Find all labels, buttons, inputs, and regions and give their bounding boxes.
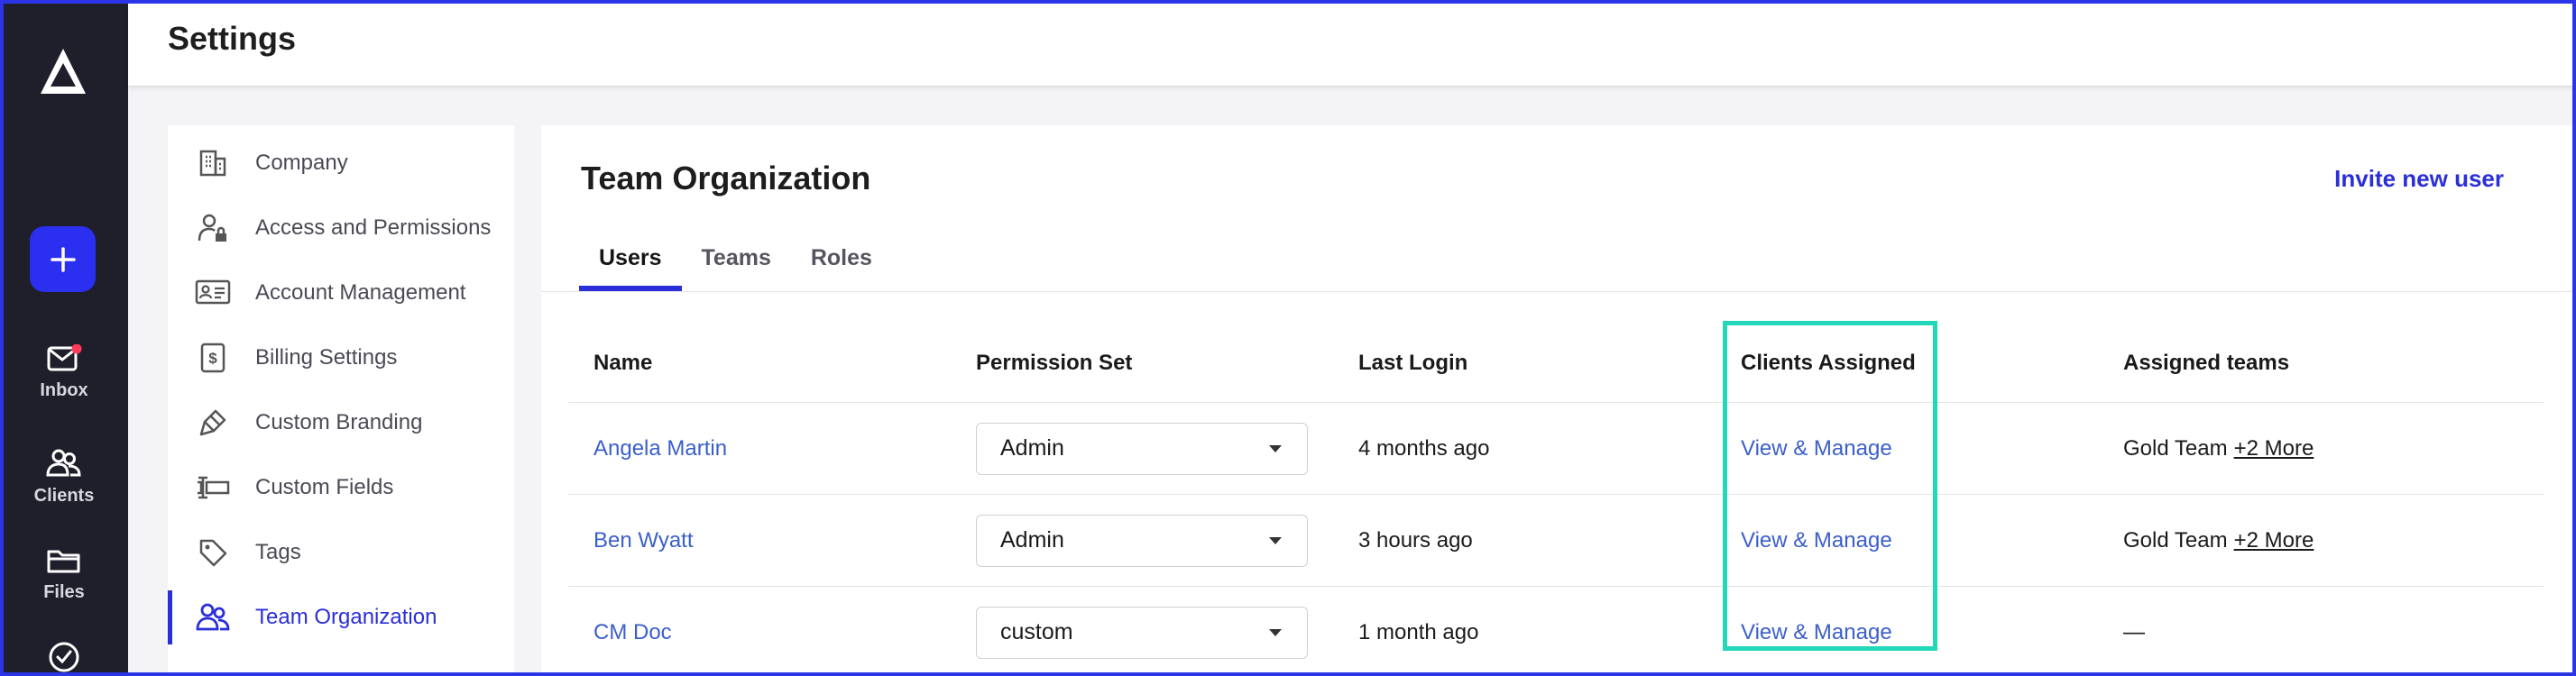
- nav-item-billing-settings[interactable]: $ Billing Settings: [168, 331, 514, 385]
- check-circle-icon: [49, 642, 79, 672]
- caret-down-icon: [1269, 444, 1282, 452]
- tab-bar: Users Teams Roles: [579, 237, 892, 291]
- user-name-link[interactable]: Ben Wyatt: [593, 528, 694, 553]
- tag-icon: [195, 534, 231, 571]
- nav-label: Custom Fields: [255, 475, 394, 499]
- folder-icon: [47, 550, 80, 573]
- more-teams-link[interactable]: +2 More: [2234, 436, 2314, 461]
- nav-item-account-management[interactable]: Account Management: [168, 266, 514, 320]
- text-field-icon: [195, 470, 231, 506]
- team-organization-card: Team Organization Invite new user Users …: [541, 125, 2576, 676]
- user-lock-icon: [195, 210, 231, 246]
- mail-icon: [47, 344, 82, 371]
- add-button[interactable]: [30, 226, 96, 292]
- permission-set-value: custom: [1000, 619, 1073, 644]
- table-header-row: Name Permission Set Last Login Clients A…: [568, 324, 2544, 403]
- last-login: 4 months ago: [1358, 435, 1490, 461]
- assigned-team: Gold Team: [2123, 527, 2228, 553]
- svg-text:$: $: [208, 350, 217, 367]
- rail-clients[interactable]: Clients: [0, 448, 128, 507]
- table-row: CM Doc custom 1 month ago View & Manage …: [568, 587, 2544, 676]
- delta-logo-icon[interactable]: [37, 45, 89, 97]
- settings-nav: Company Access and Permissions Account M…: [168, 125, 514, 676]
- rail-label-inbox: Inbox: [40, 380, 88, 400]
- nav-item-team-organization[interactable]: Team Organization: [168, 590, 514, 644]
- notification-dot: [71, 344, 82, 354]
- table-row: Angela Martin Admin 4 months ago View & …: [568, 403, 2544, 495]
- rail-inbox[interactable]: Inbox: [0, 344, 128, 401]
- paintbrush-icon: [195, 405, 231, 441]
- users-table: Name Permission Set Last Login Clients A…: [568, 324, 2544, 676]
- nav-label: Company: [255, 151, 348, 175]
- rail-label-clients: Clients: [33, 486, 95, 506]
- user-name-link[interactable]: Angela Martin: [593, 436, 727, 461]
- building-icon: [195, 145, 231, 181]
- permission-set-select[interactable]: custom: [976, 606, 1308, 659]
- top-header: Settings: [128, 0, 2576, 87]
- invite-new-user-link[interactable]: Invite new user: [2334, 165, 2504, 193]
- rail-label-files: Files: [43, 582, 85, 602]
- view-manage-clients-link[interactable]: View & Manage: [1741, 528, 1892, 553]
- column-header-name[interactable]: Name: [593, 324, 652, 402]
- section-title: Team Organization: [581, 160, 871, 196]
- nav-label: Account Management: [255, 280, 466, 305]
- column-header-assigned-teams[interactable]: Assigned teams: [2123, 324, 2289, 402]
- nav-item-custom-fields[interactable]: Custom Fields: [168, 461, 514, 515]
- caret-down-icon: [1269, 536, 1282, 544]
- tabs-divider: [541, 291, 2576, 292]
- view-manage-clients-link[interactable]: View & Manage: [1741, 436, 1892, 461]
- app-rail: Inbox Clients Files: [0, 0, 128, 676]
- column-header-permission-set[interactable]: Permission Set: [976, 324, 1132, 402]
- assigned-team: —: [2123, 619, 2145, 644]
- nav-label: Tags: [255, 540, 301, 564]
- page-title: Settings: [168, 20, 297, 57]
- permission-set-value: Admin: [1000, 527, 1064, 553]
- column-header-clients-assigned[interactable]: Clients Assigned: [1741, 324, 1916, 402]
- tab-users[interactable]: Users: [579, 237, 682, 291]
- tab-teams[interactable]: Teams: [682, 237, 791, 291]
- user-name-link[interactable]: CM Doc: [593, 620, 672, 645]
- permission-set-select[interactable]: Admin: [976, 422, 1308, 475]
- last-login: 3 hours ago: [1358, 527, 1473, 553]
- dollar-doc-icon: $: [195, 340, 231, 376]
- table-row: Ben Wyatt Admin 3 hours ago View & Manag…: [568, 495, 2544, 587]
- nav-label: Team Organization: [255, 605, 437, 629]
- permission-set-value: Admin: [1000, 435, 1064, 461]
- permission-set-select[interactable]: Admin: [976, 514, 1308, 567]
- id-card-icon: [195, 275, 231, 311]
- more-teams-link[interactable]: +2 More: [2234, 528, 2314, 553]
- users-icon: [46, 449, 81, 477]
- nav-item-access-permissions[interactable]: Access and Permissions: [168, 201, 514, 255]
- view-manage-clients-link[interactable]: View & Manage: [1741, 620, 1892, 645]
- tab-roles[interactable]: Roles: [791, 237, 892, 291]
- rail-files[interactable]: Files: [0, 546, 128, 603]
- caret-down-icon: [1269, 628, 1282, 636]
- nav-item-company[interactable]: Company: [168, 136, 514, 190]
- last-login: 1 month ago: [1358, 619, 1479, 644]
- column-header-last-login[interactable]: Last Login: [1358, 324, 1467, 402]
- team-icon: [195, 599, 231, 635]
- nav-label: Custom Branding: [255, 410, 423, 434]
- plus-icon: [50, 246, 76, 272]
- assigned-team: Gold Team: [2123, 435, 2228, 461]
- nav-item-custom-branding[interactable]: Custom Branding: [168, 396, 514, 450]
- nav-item-tags[interactable]: Tags: [168, 525, 514, 580]
- rail-tasks[interactable]: [0, 640, 128, 674]
- nav-label: Access and Permissions: [255, 215, 492, 240]
- nav-label: Billing Settings: [255, 345, 398, 370]
